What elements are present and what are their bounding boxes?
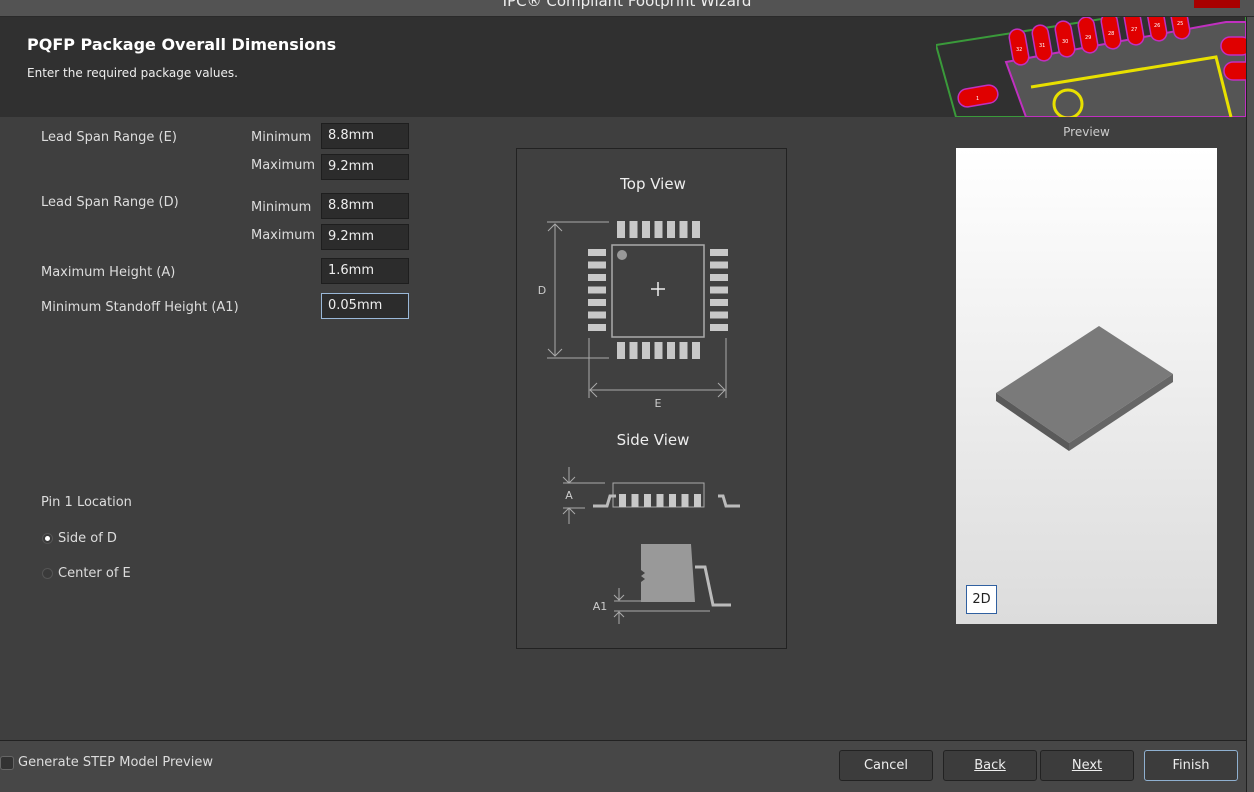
checkbox-box[interactable] bbox=[0, 755, 14, 770]
pad bbox=[642, 221, 650, 238]
radio-dot[interactable] bbox=[42, 533, 53, 544]
side-view-label: Side View bbox=[617, 431, 690, 449]
pad bbox=[629, 221, 638, 238]
pad bbox=[617, 342, 625, 359]
pad-label: 1 bbox=[976, 96, 979, 102]
pad bbox=[669, 494, 676, 507]
pad bbox=[588, 286, 606, 294]
pad-label: 29 bbox=[1085, 35, 1091, 41]
pad bbox=[692, 342, 700, 359]
max-height-input[interactable]: 1.6mm bbox=[321, 258, 409, 284]
pad bbox=[710, 324, 728, 331]
pcb-footprint-image: 32 31 30 29 28 27 26 25 1 bbox=[936, 17, 1246, 117]
pad bbox=[667, 342, 675, 359]
radio-label: Side of D bbox=[58, 531, 117, 546]
e-min-label: Minimum bbox=[251, 130, 312, 145]
top-view-label: Top View bbox=[619, 175, 686, 193]
pad bbox=[619, 494, 626, 507]
page-title: PQFP Package Overall Dimensions bbox=[27, 35, 337, 54]
pad-label: 25 bbox=[1177, 21, 1183, 27]
checkbox-label: Generate STEP Model Preview bbox=[18, 755, 213, 770]
radio-center-of-e[interactable]: Center of E bbox=[42, 566, 131, 581]
dim-e-label: E bbox=[655, 397, 662, 410]
preview-label: Preview bbox=[1063, 125, 1110, 139]
pad bbox=[629, 342, 638, 359]
pad-label: 32 bbox=[1016, 47, 1022, 53]
window-edge bbox=[1246, 17, 1254, 792]
max-height-label: Maximum Height (A) bbox=[41, 265, 176, 280]
d-min-input[interactable]: 8.8mm bbox=[321, 193, 409, 219]
radio-label: Center of E bbox=[58, 566, 131, 581]
lead-span-e-label: Lead Span Range (E) bbox=[41, 130, 177, 145]
pad bbox=[710, 261, 728, 269]
pad-label: 30 bbox=[1062, 39, 1068, 45]
pad bbox=[588, 274, 606, 281]
pad bbox=[710, 286, 728, 294]
pad bbox=[654, 342, 663, 359]
pad bbox=[588, 299, 606, 306]
e-min-input[interactable]: 8.8mm bbox=[321, 123, 409, 149]
pad bbox=[679, 342, 688, 359]
pad bbox=[681, 494, 689, 507]
pad bbox=[679, 221, 688, 238]
pad bbox=[694, 494, 701, 507]
pad-label: 26 bbox=[1154, 23, 1160, 29]
cancel-button[interactable]: Cancel bbox=[839, 750, 933, 781]
d-max-label: Maximum bbox=[251, 228, 316, 243]
standoff-height-input[interactable]: 0.05mm bbox=[321, 293, 409, 319]
d-min-label: Minimum bbox=[251, 200, 312, 215]
e-max-input[interactable]: 9.2mm bbox=[321, 154, 409, 180]
pad bbox=[588, 311, 606, 319]
pad-label: 31 bbox=[1039, 43, 1045, 49]
page-subtitle: Enter the required package values. bbox=[27, 66, 238, 80]
e-max-label: Maximum bbox=[251, 158, 316, 173]
step-preview-checkbox[interactable]: Generate STEP Model Preview bbox=[0, 755, 213, 770]
pad bbox=[667, 221, 675, 238]
pad bbox=[644, 494, 651, 507]
pad bbox=[710, 299, 728, 306]
pad bbox=[710, 311, 728, 319]
package-3d-model bbox=[996, 326, 1173, 451]
wizard-header: PQFP Package Overall Dimensions Enter th… bbox=[0, 17, 1246, 117]
pad bbox=[710, 249, 728, 256]
pad bbox=[631, 494, 639, 507]
dim-a1-label: A1 bbox=[593, 600, 608, 613]
pin1-location-label: Pin 1 Location bbox=[41, 495, 132, 510]
radio-side-of-d[interactable]: Side of D bbox=[42, 531, 117, 546]
pad bbox=[588, 261, 606, 269]
next-button[interactable]: Next bbox=[1040, 750, 1134, 781]
pad bbox=[617, 221, 625, 238]
pad bbox=[710, 274, 728, 281]
dim-a-label: A bbox=[565, 489, 573, 502]
d-max-input[interactable]: 9.2mm bbox=[321, 224, 409, 250]
dim-d-label: D bbox=[538, 284, 546, 297]
radio-dot[interactable] bbox=[42, 568, 53, 579]
pad-label: 28 bbox=[1108, 31, 1114, 37]
pad-label: 27 bbox=[1131, 27, 1137, 33]
title-bar: IPC® Compliant Footprint Wizard bbox=[0, 0, 1254, 17]
pad bbox=[654, 221, 663, 238]
pad bbox=[588, 249, 606, 256]
pad bbox=[692, 221, 700, 238]
back-button[interactable]: Back bbox=[943, 750, 1037, 781]
pad bbox=[642, 342, 650, 359]
3d-preview[interactable] bbox=[956, 148, 1217, 624]
lead-span-d-label: Lead Span Range (D) bbox=[41, 195, 179, 210]
pad bbox=[656, 494, 664, 507]
close-button[interactable] bbox=[1194, 0, 1240, 8]
pad bbox=[588, 324, 606, 331]
standoff-height-label: Minimum Standoff Height (A1) bbox=[41, 300, 239, 315]
package-diagram: Top View Side View D E A A1 bbox=[516, 148, 787, 649]
2d-view-button[interactable]: 2D bbox=[966, 585, 997, 614]
finish-button[interactable]: Finish bbox=[1144, 750, 1238, 781]
window-title: IPC® Compliant Footprint Wizard bbox=[502, 0, 752, 10]
